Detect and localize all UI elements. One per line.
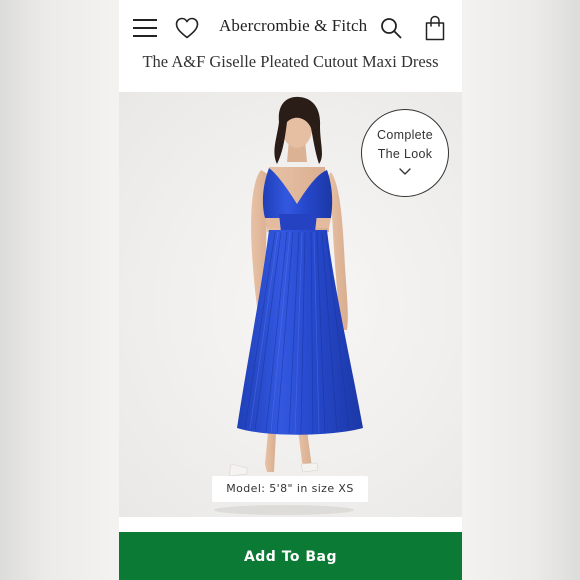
site-header: Abercrombie & Fitch [119, 0, 462, 58]
shopping-bag-icon[interactable] [424, 15, 446, 41]
divider-strip [119, 517, 462, 532]
product-title: The A&F Giselle Pleated Cutout Maxi Dres… [142, 52, 439, 71]
heart-icon[interactable] [175, 17, 199, 39]
model-size-caption: Model: 5'8" in size XS [212, 476, 368, 502]
add-to-bag-button[interactable]: Add To Bag [119, 532, 462, 580]
search-icon[interactable] [380, 17, 402, 39]
chevron-down-icon [399, 168, 411, 175]
complete-the-look-line2: The Look [377, 147, 433, 161]
complete-the-look-button[interactable]: Complete The Look [361, 109, 449, 197]
brand-logo[interactable]: Abercrombie & Fitch [219, 16, 367, 36]
complete-the-look-line1: Complete [377, 128, 433, 142]
product-image[interactable]: Complete The Look Model: 5'8" in size XS [119, 92, 462, 517]
screenshot-backdrop: Abercrombie & Fitch The A&F Giselle Plea… [0, 0, 580, 580]
hamburger-menu-icon[interactable] [133, 19, 157, 37]
product-page: Abercrombie & Fitch The A&F Giselle Plea… [119, 0, 462, 580]
